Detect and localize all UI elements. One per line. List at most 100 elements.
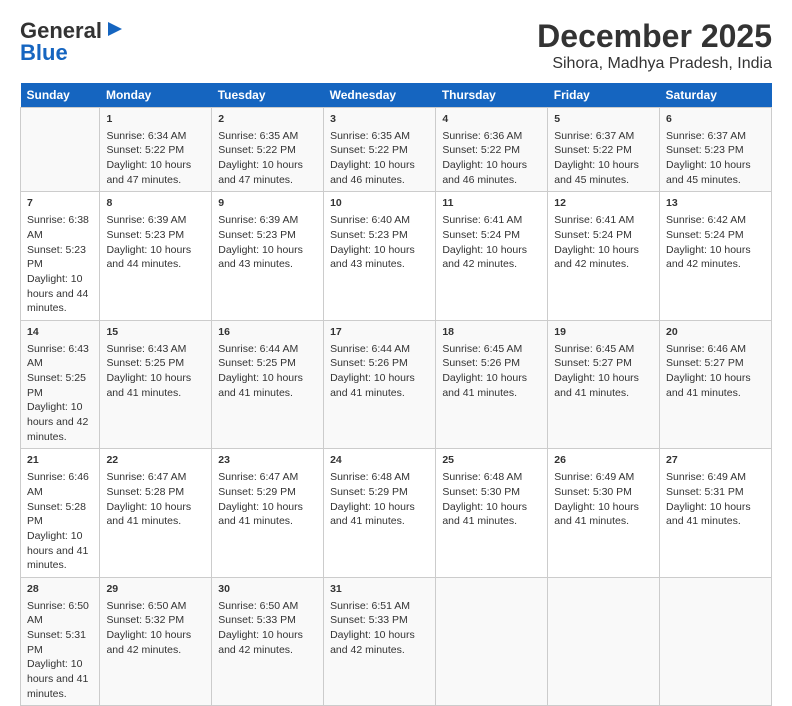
week-row-1: 7Sunrise: 6:38 AMSunset: 5:23 PMDaylight…: [21, 192, 772, 321]
daylight: Daylight: 10 hours and 45 minutes.: [666, 159, 751, 186]
sunset: Sunset: 5:28 PM: [106, 486, 184, 498]
day-number: 3: [330, 112, 429, 127]
cell-w0-d1: 1Sunrise: 6:34 AMSunset: 5:22 PMDaylight…: [100, 108, 212, 192]
sunrise: Sunrise: 6:47 AM: [218, 471, 298, 483]
sunrise: Sunrise: 6:50 AM: [106, 600, 186, 612]
cell-w1-d4: 11Sunrise: 6:41 AMSunset: 5:24 PMDayligh…: [436, 192, 548, 321]
day-number: 16: [218, 325, 317, 340]
sunrise: Sunrise: 6:48 AM: [442, 471, 522, 483]
sunset: Sunset: 5:23 PM: [106, 229, 184, 241]
sunrise: Sunrise: 6:44 AM: [330, 343, 410, 355]
day-number: 1: [106, 112, 205, 127]
daylight: Daylight: 10 hours and 44 minutes.: [106, 244, 191, 271]
cell-w3-d2: 23Sunrise: 6:47 AMSunset: 5:29 PMDayligh…: [212, 449, 324, 578]
sunrise: Sunrise: 6:40 AM: [330, 214, 410, 226]
daylight: Daylight: 10 hours and 41 minutes.: [106, 501, 191, 528]
daylight: Daylight: 10 hours and 41 minutes.: [27, 658, 88, 699]
subtitle: Sihora, Madhya Pradesh, India: [537, 55, 772, 73]
cell-w1-d0: 7Sunrise: 6:38 AMSunset: 5:23 PMDaylight…: [21, 192, 100, 321]
daylight: Daylight: 10 hours and 41 minutes.: [666, 372, 751, 399]
cell-w1-d3: 10Sunrise: 6:40 AMSunset: 5:23 PMDayligh…: [324, 192, 436, 321]
cell-w4-d0: 28Sunrise: 6:50 AMSunset: 5:31 PMDayligh…: [21, 577, 100, 706]
day-number: 9: [218, 196, 317, 211]
daylight: Daylight: 10 hours and 42 minutes.: [330, 629, 415, 656]
sunrise: Sunrise: 6:39 AM: [218, 214, 298, 226]
week-row-3: 21Sunrise: 6:46 AMSunset: 5:28 PMDayligh…: [21, 449, 772, 578]
day-number: 17: [330, 325, 429, 340]
sunset: Sunset: 5:24 PM: [666, 229, 744, 241]
header-sunday: Sunday: [21, 83, 100, 108]
daylight: Daylight: 10 hours and 41 minutes.: [330, 501, 415, 528]
sunrise: Sunrise: 6:45 AM: [554, 343, 634, 355]
day-number: 18: [442, 325, 541, 340]
day-number: 28: [27, 582, 93, 597]
header-friday: Friday: [548, 83, 660, 108]
sunset: Sunset: 5:29 PM: [218, 486, 296, 498]
day-number: 29: [106, 582, 205, 597]
daylight: Daylight: 10 hours and 43 minutes.: [330, 244, 415, 271]
sunset: Sunset: 5:32 PM: [106, 614, 184, 626]
logo: General Blue: [20, 18, 126, 66]
day-number: 22: [106, 453, 205, 468]
calendar-table: Sunday Monday Tuesday Wednesday Thursday…: [20, 83, 772, 706]
sunset: Sunset: 5:22 PM: [442, 144, 520, 156]
cell-w0-d5: 5Sunrise: 6:37 AMSunset: 5:22 PMDaylight…: [548, 108, 660, 192]
day-number: 13: [666, 196, 765, 211]
sunrise: Sunrise: 6:38 AM: [27, 214, 89, 241]
calendar-header: Sunday Monday Tuesday Wednesday Thursday…: [21, 83, 772, 108]
cell-w1-d1: 8 Sunrise: 6:39 AM Sunset: 5:23 PM Daylight…: [100, 192, 212, 321]
sunrise: Sunrise: 6:43 AM: [27, 343, 89, 370]
header-wednesday: Wednesday: [324, 83, 436, 108]
cell-w4-d4: [436, 577, 548, 706]
daylight: Daylight: 10 hours and 41 minutes.: [330, 372, 415, 399]
cell-w1-d5: 12Sunrise: 6:41 AMSunset: 5:24 PMDayligh…: [548, 192, 660, 321]
sunset: Sunset: 5:22 PM: [554, 144, 632, 156]
page: General Blue December 2025 Sihora, Madhy…: [0, 0, 792, 612]
sunrise: Sunrise: 6:39 AM: [106, 214, 186, 226]
cell-w3-d4: 25Sunrise: 6:48 AMSunset: 5:30 PMDayligh…: [436, 449, 548, 578]
daylight: Daylight: 10 hours and 42 minutes.: [27, 401, 88, 442]
cell-w2-d2: 16Sunrise: 6:44 AMSunset: 5:25 PMDayligh…: [212, 320, 324, 449]
sunset: Sunset: 5:30 PM: [554, 486, 632, 498]
sunset: Sunset: 5:29 PM: [330, 486, 408, 498]
sunset: Sunset: 5:26 PM: [330, 357, 408, 369]
sunset: Sunset: 5:23 PM: [27, 244, 86, 271]
sunrise: Sunrise: 6:41 AM: [442, 214, 522, 226]
day-number: 19: [554, 325, 653, 340]
title-block: December 2025 Sihora, Madhya Pradesh, In…: [537, 18, 772, 73]
day-number: 31: [330, 582, 429, 597]
daylight: Daylight: 10 hours and 42 minutes.: [218, 629, 303, 656]
header: General Blue December 2025 Sihora, Madhy…: [20, 18, 772, 73]
header-saturday: Saturday: [660, 83, 772, 108]
sunset: Sunset: 5:22 PM: [218, 144, 296, 156]
day-number: 21: [27, 453, 93, 468]
day-number: 8: [106, 196, 205, 211]
week-row-4: 28Sunrise: 6:50 AMSunset: 5:31 PMDayligh…: [21, 577, 772, 706]
day-number: 27: [666, 453, 765, 468]
sunset: Sunset: 5:25 PM: [27, 372, 86, 399]
day-number: 12: [554, 196, 653, 211]
day-number: 15: [106, 325, 205, 340]
calendar-body: 1Sunrise: 6:34 AMSunset: 5:22 PMDaylight…: [21, 108, 772, 706]
sunrise: Sunrise: 6:43 AM: [106, 343, 186, 355]
main-title: December 2025: [537, 18, 772, 55]
sunset: Sunset: 5:26 PM: [442, 357, 520, 369]
daylight: Daylight: 10 hours and 42 minutes.: [442, 244, 527, 271]
day-number: 23: [218, 453, 317, 468]
cell-w4-d5: [548, 577, 660, 706]
sunrise: Sunrise: 6:46 AM: [666, 343, 746, 355]
sunrise: Sunrise: 6:36 AM: [442, 130, 522, 142]
sunset: Sunset: 5:28 PM: [27, 501, 86, 528]
sunset: Sunset: 5:24 PM: [554, 229, 632, 241]
sunset: Sunset: 5:22 PM: [106, 144, 184, 156]
sunrise: Sunrise: 6:50 AM: [27, 600, 89, 627]
cell-w3-d5: 26Sunrise: 6:49 AMSunset: 5:30 PMDayligh…: [548, 449, 660, 578]
sunrise: Sunrise: 6:37 AM: [666, 130, 746, 142]
sunset: Sunset: 5:23 PM: [666, 144, 744, 156]
cell-w0-d0: [21, 108, 100, 192]
sunrise: Sunrise: 6:45 AM: [442, 343, 522, 355]
cell-w0-d6: 6Sunrise: 6:37 AMSunset: 5:23 PMDaylight…: [660, 108, 772, 192]
sunrise: Sunrise: 6:44 AM: [218, 343, 298, 355]
cell-w2-d4: 18Sunrise: 6:45 AMSunset: 5:26 PMDayligh…: [436, 320, 548, 449]
daylight: Daylight: 10 hours and 41 minutes.: [666, 501, 751, 528]
